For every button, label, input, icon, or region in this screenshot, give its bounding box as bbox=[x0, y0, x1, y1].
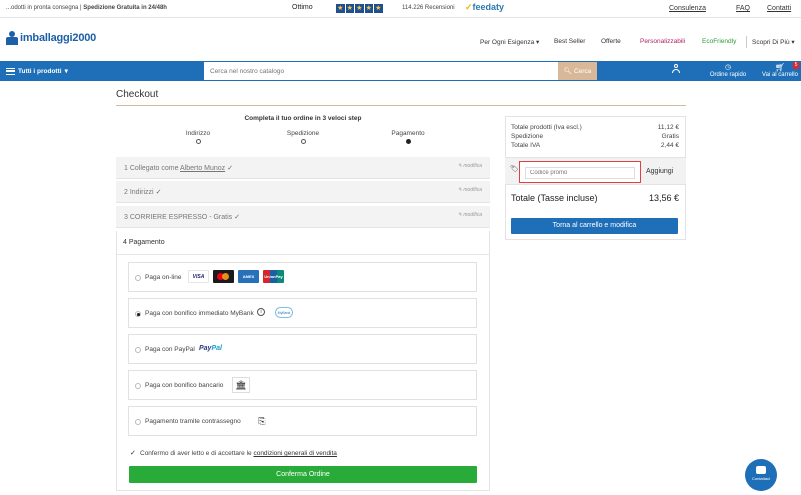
pencil-icon: ✎ bbox=[457, 163, 462, 169]
all-products-menu[interactable]: Tutti i prodotti ▾ bbox=[6, 67, 68, 75]
top-info-bar: ...odotti in pronta consegna | Spedizion… bbox=[0, 0, 801, 18]
bank-icon: 🏛︎ bbox=[232, 377, 250, 393]
search-input[interactable] bbox=[204, 62, 558, 80]
step-dot-active bbox=[405, 139, 411, 144]
payment-option-paypal[interactable]: Paga con PayPal PayPal bbox=[128, 334, 477, 364]
terms-agreement[interactable]: ✓ Confermo di aver letto e di accettare l… bbox=[130, 450, 337, 457]
nav-offerte[interactable]: Offerte bbox=[601, 38, 621, 45]
nav-best-seller[interactable]: Best Seller bbox=[554, 38, 585, 45]
edit-login-link[interactable]: ✎ modifica bbox=[458, 163, 482, 169]
chevron-down-icon: ▾ bbox=[791, 39, 795, 46]
payment-option-mybank[interactable]: Paga con bonifico immediato MyBank i MyB… bbox=[128, 298, 477, 328]
contatti-link[interactable]: Contatti bbox=[767, 5, 791, 12]
step-pagamento: Pagamento bbox=[383, 130, 433, 144]
site-logo[interactable]: imballaggi2000 bbox=[6, 31, 96, 45]
chevron-down-icon: ▾ bbox=[536, 39, 540, 46]
account-icon[interactable] bbox=[672, 64, 680, 73]
feedaty-logo[interactable]: ✓feedaty bbox=[465, 2, 504, 13]
steps-heading: Completa il tuo ordine in 3 veloci step bbox=[244, 115, 362, 122]
nav-scopri-di-piu[interactable]: Scopri Di Più ▾ bbox=[752, 38, 795, 46]
hamburger-icon bbox=[6, 67, 15, 75]
radio-button[interactable] bbox=[135, 383, 141, 389]
radio-button[interactable] bbox=[135, 275, 141, 281]
radio-button[interactable] bbox=[135, 419, 141, 425]
section-login[interactable]: 1 Collegato come Alberto Munoz ✓ ✎ modifi… bbox=[116, 157, 490, 179]
shipping-promo: ...odotti in pronta consegna | Spedizion… bbox=[6, 5, 167, 11]
summary-row: Spedizione Gratis bbox=[511, 133, 679, 140]
page-title: Checkout bbox=[116, 89, 159, 100]
search-icon: 🔍︎ bbox=[563, 68, 572, 75]
review-count: 114.226 Recensioni bbox=[402, 5, 455, 11]
payment-option-cash-on-delivery[interactable]: Pagamento tramite contrassegno ⎘ bbox=[128, 406, 477, 436]
rating-stars: ★ ★ ★ ★ ★ bbox=[336, 4, 383, 13]
pencil-icon: ✎ bbox=[457, 187, 462, 193]
section-shipping[interactable]: 3 CORRIERE ESPRESSO - Gratis ✓ ✎ modifica bbox=[116, 206, 490, 228]
confirm-order-button[interactable]: Conferma Ordine bbox=[129, 466, 477, 483]
star-icon: ★ bbox=[345, 4, 354, 13]
logo-person-icon bbox=[6, 31, 18, 45]
tag-icon: 🏷︎ bbox=[510, 166, 519, 173]
cart-count-badge: 5 bbox=[793, 62, 799, 69]
title-divider bbox=[116, 105, 686, 106]
main-toolbar: Tutti i prodotti ▾ 🔍︎Cerca ◷Ordine rapid… bbox=[0, 61, 801, 81]
chevron-down-icon: ▾ bbox=[64, 68, 68, 75]
promo-code-wrapper bbox=[519, 161, 641, 183]
user-name-link[interactable]: Alberto Munoz bbox=[180, 165, 225, 172]
nav-divider bbox=[746, 36, 747, 48]
back-to-cart-button[interactable]: Torna al carrello e modifica bbox=[511, 218, 678, 234]
terms-link[interactable]: condizioni generali di vendita bbox=[253, 450, 336, 457]
payment-option-online[interactable]: Paga on-line VISA AMEX UnionPay bbox=[128, 262, 477, 292]
amex-icon: AMEX bbox=[238, 270, 259, 283]
step-dot bbox=[195, 139, 201, 144]
mybank-icon: MyBank bbox=[275, 307, 293, 318]
cart-button[interactable]: 🛒︎ Vai al carrello 5 bbox=[759, 62, 801, 78]
cash-on-delivery-icon: ⎘ bbox=[258, 416, 266, 426]
chat-button[interactable]: Contattaci bbox=[745, 459, 777, 491]
payment-option-bank-transfer[interactable]: Paga con bonifico bancario 🏛︎ bbox=[128, 370, 477, 400]
faq-link[interactable]: FAQ bbox=[736, 5, 750, 12]
star-icon: ★ bbox=[336, 4, 345, 13]
star-icon: ★ bbox=[374, 4, 383, 13]
check-icon: ✓ bbox=[234, 214, 241, 221]
star-icon: ★ bbox=[355, 4, 364, 13]
pencil-icon: ✎ bbox=[457, 212, 462, 218]
rating-label: Ottimo bbox=[292, 4, 313, 11]
edit-shipping-link[interactable]: ✎ modifica bbox=[458, 212, 482, 218]
check-icon: ✓ bbox=[155, 189, 162, 196]
promo-code-input[interactable] bbox=[525, 167, 635, 179]
step-dot bbox=[300, 139, 306, 144]
info-icon[interactable]: i bbox=[257, 308, 265, 316]
add-promo-button[interactable]: Aggiungi bbox=[646, 168, 673, 175]
step-indirizzo: Indirizzo bbox=[173, 130, 223, 144]
nav-per-ogni-esigenza[interactable]: Per Ogni Esigenza ▾ bbox=[480, 38, 539, 46]
nav-ecofriendly[interactable]: EcoFriendly bbox=[702, 38, 736, 45]
star-icon: ★ bbox=[364, 4, 373, 13]
summary-row: Totale IVA 2,44 € bbox=[511, 142, 679, 149]
summary-row: Totale prodotti (Iva escl.) 11,12 € bbox=[511, 124, 679, 131]
paypal-icon: PayPal bbox=[199, 345, 222, 352]
step-spedizione: Spedizione bbox=[278, 130, 328, 144]
payment-divider bbox=[116, 254, 490, 255]
terms-checkbox[interactable]: ✓ bbox=[130, 450, 137, 457]
consulenza-link[interactable]: Consulenza bbox=[669, 5, 706, 12]
clock-icon: ◷ bbox=[724, 64, 732, 71]
nav-personalizzabili[interactable]: Personalizzabili bbox=[640, 38, 685, 45]
visa-icon: VISA bbox=[188, 270, 209, 283]
radio-button-selected[interactable] bbox=[135, 311, 141, 317]
mastercard-icon bbox=[213, 270, 234, 283]
search-button[interactable]: 🔍︎ Cerca bbox=[558, 62, 597, 80]
site-header: imballaggi2000 Per Ogni Esigenza ▾ Best … bbox=[0, 18, 801, 61]
chat-bubble-icon bbox=[756, 466, 766, 474]
payment-title: 4 Pagamento bbox=[123, 239, 165, 246]
check-icon: ✓ bbox=[465, 2, 473, 12]
edit-addresses-link[interactable]: ✎ modifica bbox=[458, 187, 482, 193]
check-icon: ✓ bbox=[227, 165, 234, 172]
order-total: Totale (Tasse incluse) 13,56 € bbox=[511, 193, 679, 203]
section-addresses[interactable]: 2 Indirizzi ✓ ✎ modifica bbox=[116, 181, 490, 203]
quick-order-button[interactable]: ◷ Ordine rapido bbox=[708, 63, 748, 78]
radio-button[interactable] bbox=[135, 347, 141, 353]
unionpay-icon: UnionPay bbox=[263, 270, 284, 283]
